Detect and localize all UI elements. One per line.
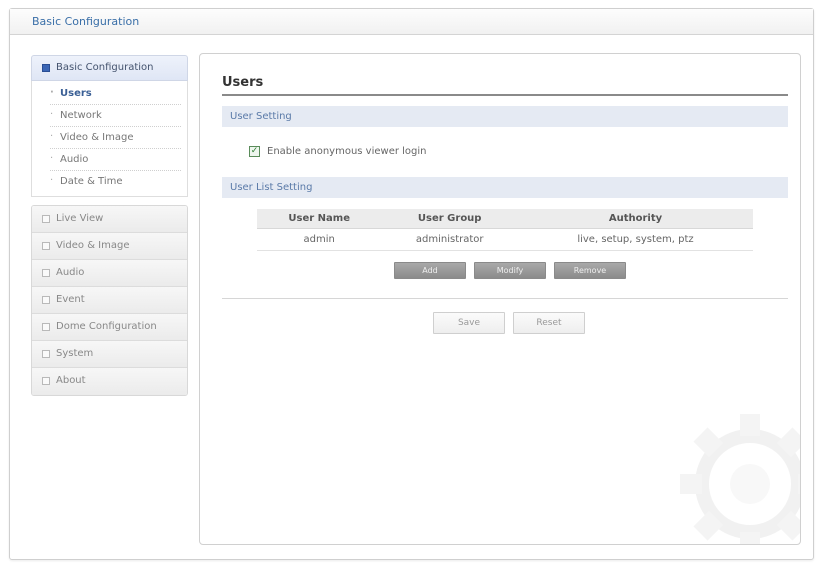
cell-user-name: admin <box>257 228 382 251</box>
menu-item-label: Video & Image <box>56 240 130 251</box>
collapsed-square-icon <box>42 377 50 385</box>
menu-item-live-view[interactable]: Live View <box>32 206 187 233</box>
column-header-user-group: User Group <box>381 209 518 229</box>
remove-button[interactable]: Remove <box>554 262 626 279</box>
menu-item-event[interactable]: Event <box>32 287 187 314</box>
form-buttons: Save Reset <box>433 312 585 334</box>
collapsed-square-icon <box>42 323 50 331</box>
menu-item-label: Event <box>56 294 85 305</box>
sidebar-menu: Live View Video & Image Audio Event Dome… <box>31 205 188 396</box>
sidebar-sublist: Users Network Video & Image Audio Date &… <box>31 81 188 197</box>
cell-user-group: administrator <box>381 228 518 251</box>
modify-button[interactable]: Modify <box>474 262 546 279</box>
collapsed-square-icon <box>42 215 50 223</box>
sidebar-item-date-time[interactable]: Date & Time <box>50 171 181 193</box>
menu-item-dome-configuration[interactable]: Dome Configuration <box>32 314 187 341</box>
sidebar-item-network[interactable]: Network <box>50 105 181 127</box>
save-button[interactable]: Save <box>433 312 505 334</box>
sidebar: Basic Configuration Users Network Video … <box>31 55 188 396</box>
sidebar-group-basic-configuration[interactable]: Basic Configuration <box>31 55 188 81</box>
table-header-row: User Name User Group Authority <box>257 209 753 229</box>
anonymous-login-checkbox[interactable]: ✓ <box>249 146 260 157</box>
page-title: Users <box>222 70 788 96</box>
menu-item-label: Audio <box>56 267 85 278</box>
menu-item-label: Live View <box>56 213 104 224</box>
content-panel: Users User Setting ✓ Enable anonymous vi… <box>199 53 801 545</box>
menu-item-audio[interactable]: Audio <box>32 260 187 287</box>
menu-item-label: About <box>56 375 86 386</box>
menu-item-label: System <box>56 348 94 359</box>
user-list-table: User Name User Group Authority admin adm… <box>257 209 753 251</box>
window-title: Basic Configuration <box>10 9 813 35</box>
collapsed-square-icon <box>42 350 50 358</box>
app-frame: Basic Configuration Basic Configuration … <box>9 8 814 560</box>
column-header-user-name: User Name <box>257 209 382 229</box>
sidebar-item-audio[interactable]: Audio <box>50 149 181 171</box>
expanded-square-icon <box>42 64 50 72</box>
section-user-setting: User Setting <box>222 106 788 127</box>
menu-item-video-image[interactable]: Video & Image <box>32 233 187 260</box>
collapsed-square-icon <box>42 242 50 250</box>
gear-icon <box>680 414 800 544</box>
sidebar-group-label: Basic Configuration <box>56 62 154 73</box>
menu-item-system[interactable]: System <box>32 341 187 368</box>
user-list-buttons: Add Modify Remove <box>394 262 626 279</box>
collapsed-square-icon <box>42 296 50 304</box>
table-row[interactable]: admin administrator live, setup, system,… <box>257 228 753 251</box>
menu-item-label: Dome Configuration <box>56 321 157 332</box>
column-header-authority: Authority <box>518 209 753 229</box>
section-user-list-setting: User List Setting <box>222 177 788 198</box>
reset-button[interactable]: Reset <box>513 312 585 334</box>
anonymous-login-checkbox-row[interactable]: ✓ Enable anonymous viewer login <box>249 146 427 157</box>
anonymous-login-label: Enable anonymous viewer login <box>267 146 427 157</box>
sidebar-item-video-image[interactable]: Video & Image <box>50 127 181 149</box>
collapsed-square-icon <box>42 269 50 277</box>
add-button[interactable]: Add <box>394 262 466 279</box>
sidebar-item-users[interactable]: Users <box>50 83 181 105</box>
menu-item-about[interactable]: About <box>32 368 187 395</box>
cell-authority: live, setup, system, ptz <box>518 228 753 251</box>
divider <box>222 298 788 299</box>
